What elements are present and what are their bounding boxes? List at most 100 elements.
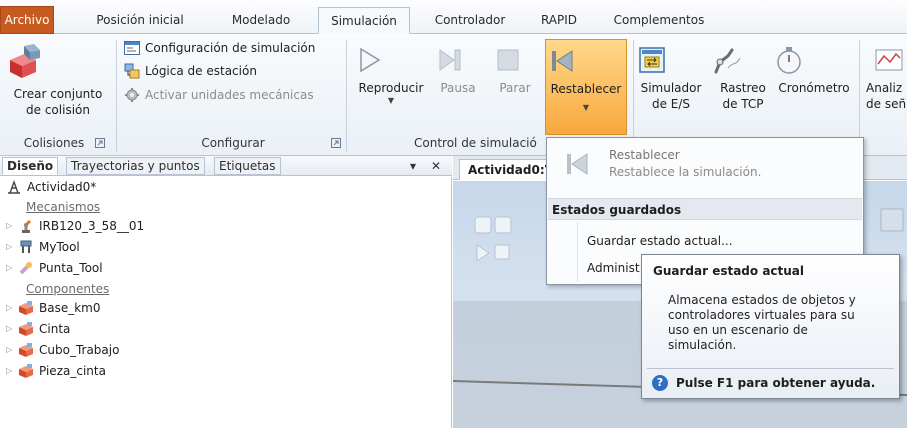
- configurar-launcher-icon[interactable]: [331, 138, 341, 148]
- tree-item-label: MyTool: [39, 240, 80, 254]
- tree-item-label: Pieza_cinta: [39, 364, 106, 378]
- save-state-tooltip: Guardar estado actual Almacena estados d…: [641, 254, 900, 399]
- reset-button[interactable]: Restablecer ▼: [545, 39, 627, 135]
- simulation-config-button[interactable]: Configuración de simulación: [124, 38, 315, 58]
- stop-icon: [492, 44, 538, 76]
- menu-item-save-current-state[interactable]: Guardar estado actual...: [587, 230, 733, 252]
- expand-arrow-icon[interactable]: ▷: [6, 361, 16, 381]
- io-simulator-label-2: de E/S: [651, 97, 691, 111]
- tooltip-body-line: simulación.: [668, 338, 737, 352]
- station-icon: [6, 179, 22, 195]
- tab-simulacion[interactable]: Simulación: [318, 7, 410, 34]
- create-collision-set-button[interactable]: Crear conjunto de colisión: [4, 42, 112, 118]
- signal-analyzer-icon: [872, 44, 907, 76]
- reset-icon: [561, 148, 593, 180]
- station-logic-icon: [124, 63, 140, 79]
- tab-etiquetas[interactable]: Etiquetas: [214, 157, 281, 175]
- reset-dropdown-icon[interactable]: ▼: [546, 103, 626, 112]
- mechanical-units-icon: [124, 87, 140, 103]
- tooltip-body: Almacena estados de objetos y controlado…: [668, 293, 890, 353]
- play-dropdown-icon[interactable]: ▼: [352, 96, 430, 105]
- menu-section-saved-states: Estados guardados: [548, 198, 862, 220]
- menu-item-manage-states[interactable]: Administ: [587, 257, 640, 279]
- tab-complementos[interactable]: Complementos: [606, 7, 712, 34]
- group-label-configurar: Configurar: [201, 136, 265, 150]
- create-collision-set-label-2: de colisión: [26, 103, 90, 117]
- tree-item-label: Base_km0: [39, 301, 101, 315]
- stop-label: Parar: [499, 81, 531, 95]
- expand-arrow-icon[interactable]: ▷: [6, 298, 16, 318]
- collision-set-icon: [4, 42, 112, 82]
- menu-reset-description: Restablece la simulación.: [609, 165, 762, 179]
- activate-mechanical-units-label: Activar unidades mecánicas: [145, 88, 314, 102]
- io-simulator-button[interactable]: Simulador de E/S: [636, 44, 706, 112]
- tree-item-label: Punta_Tool: [39, 261, 103, 275]
- panel-close-icon[interactable]: ✕: [431, 157, 441, 175]
- expand-arrow-icon[interactable]: ▷: [6, 319, 16, 339]
- tree-item-component[interactable]: ▷ Cinta: [6, 319, 70, 339]
- tab-controlador[interactable]: Controlador: [426, 7, 514, 34]
- category-mecanismos: Mecanismos: [26, 200, 101, 214]
- config-window-icon: [124, 40, 140, 56]
- tcp-trace-button[interactable]: Rastreo de TCP: [710, 44, 776, 112]
- tooltip-title: Guardar estado actual: [653, 264, 805, 278]
- tree-item-component[interactable]: ▷ Pieza_cinta: [6, 361, 106, 381]
- group-separator: [633, 40, 634, 152]
- play-label: Reproducir: [358, 81, 424, 95]
- tab-posicion-inicial[interactable]: Posición inicial: [84, 7, 196, 34]
- tab-trayectorias-y-puntos[interactable]: Trayectorias y puntos: [66, 157, 205, 175]
- panel-pin-icon[interactable]: ▾: [410, 157, 416, 175]
- group-separator: [116, 40, 117, 152]
- colisiones-launcher-icon[interactable]: [95, 138, 105, 148]
- tree-item-component[interactable]: ▷ Cubo_Trabajo: [6, 340, 119, 360]
- tree-item-robot[interactable]: ▷ IRB120_3_58__01: [6, 216, 144, 236]
- station-logic-button[interactable]: Lógica de estación: [124, 61, 257, 81]
- tooltip-body-line: controladores virtuales para su: [668, 308, 855, 322]
- menu-reset-title: Restablecer: [609, 148, 680, 162]
- tree-root[interactable]: Actividad0*: [6, 177, 96, 197]
- tooltip-help-text: Pulse F1 para obtener ayuda.: [676, 376, 876, 390]
- tree-item-tool[interactable]: ▷ Punta_Tool: [6, 258, 103, 278]
- tree-item-label: Cinta: [39, 322, 71, 336]
- group-separator: [346, 40, 347, 152]
- signal-analyzer-label-1: Analiz: [866, 81, 903, 95]
- tree-item-tool[interactable]: ▷ MyTool: [6, 237, 80, 257]
- tab-modelado[interactable]: Modelado: [222, 7, 300, 34]
- menu-item-reset[interactable]: Restablecer Restablece la simulación.: [547, 138, 863, 194]
- ribbon-tab-bar: Archivo Posición inicial Modelado Simula…: [0, 0, 907, 34]
- pause-label: Pausa: [440, 81, 476, 95]
- signal-analyzer-label-2: de señ: [866, 97, 907, 111]
- timer-button[interactable]: Cronómetro: [773, 44, 855, 96]
- tab-actividad-view[interactable]: Actividad0:V: [459, 159, 551, 180]
- simulation-config-label: Configuración de simulación: [145, 41, 316, 55]
- tcp-trace-label-2: de TCP: [722, 97, 764, 111]
- part-icon: [18, 342, 34, 358]
- play-button[interactable]: Reproducir ▼: [352, 44, 430, 105]
- io-simulator-icon: [636, 44, 706, 76]
- io-simulator-label-1: Simulador: [640, 81, 702, 95]
- layout-tree: Actividad0* Mecanismos ▷ IRB120_3_58__01…: [0, 177, 452, 428]
- tab-diseno[interactable]: Diseño: [2, 157, 59, 175]
- stop-button[interactable]: Parar: [492, 44, 538, 96]
- reset-label: Restablecer: [550, 82, 622, 96]
- tree-item-label: Cubo_Trabajo: [39, 343, 120, 357]
- activate-mechanical-units-button[interactable]: Activar unidades mecánicas: [124, 85, 314, 105]
- group-label-colisiones: Colisiones: [23, 136, 85, 150]
- tooltip-body-line: uso en un escenario de: [668, 323, 808, 337]
- tool-icon: [18, 239, 34, 255]
- tab-rapid[interactable]: RAPID: [536, 7, 582, 34]
- signal-analyzer-button[interactable]: Analiz de señ: [860, 44, 907, 112]
- expand-arrow-icon[interactable]: ▷: [6, 216, 16, 236]
- tab-archivo[interactable]: Archivo: [0, 6, 54, 34]
- expand-arrow-icon[interactable]: ▷: [6, 340, 16, 360]
- pause-button[interactable]: Pausa: [434, 44, 482, 96]
- layout-panel-header: Diseño Trayectorias y puntos Etiquetas ▾…: [0, 156, 452, 176]
- tooltip-body-line: Almacena estados de objetos y: [668, 293, 856, 307]
- tree-item-component[interactable]: ▷ Base_km0: [6, 298, 101, 318]
- tool-tip-icon: [18, 260, 34, 276]
- menu-gutter: [577, 222, 578, 282]
- stopwatch-icon: [773, 44, 855, 76]
- expand-arrow-icon[interactable]: ▷: [6, 237, 16, 257]
- expand-arrow-icon[interactable]: ▷: [6, 258, 16, 278]
- tcp-trace-label-1: Rastreo: [720, 81, 766, 95]
